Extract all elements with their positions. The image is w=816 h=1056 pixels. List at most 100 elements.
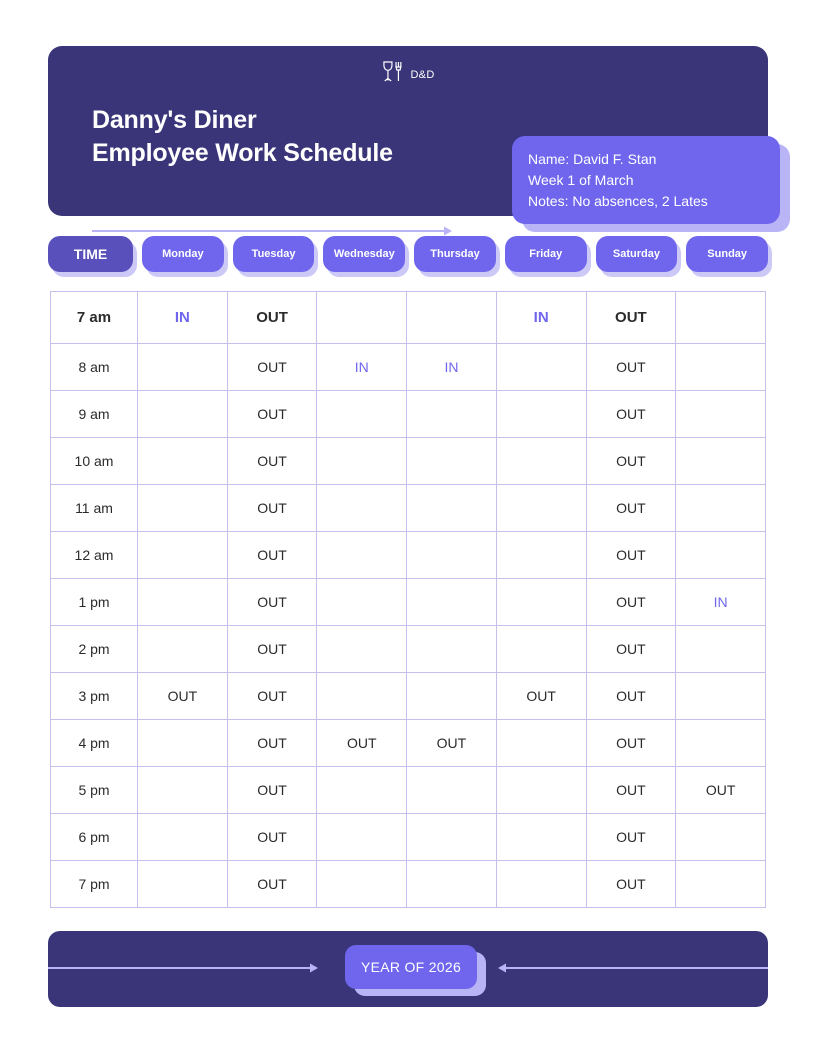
schedule-cell[interactable] bbox=[495, 813, 587, 861]
schedule-cell[interactable] bbox=[675, 625, 766, 673]
schedule-cell[interactable] bbox=[406, 625, 497, 673]
schedule-cell[interactable]: OUT bbox=[226, 484, 318, 532]
schedule-cell[interactable] bbox=[675, 813, 766, 861]
schedule-cell[interactable] bbox=[406, 437, 497, 485]
schedule-cell[interactable] bbox=[495, 578, 587, 626]
schedule-cell[interactable] bbox=[316, 437, 408, 485]
schedule-cell[interactable] bbox=[406, 291, 497, 344]
tab-friday[interactable]: Friday bbox=[504, 236, 587, 272]
schedule-cell[interactable]: OUT bbox=[585, 578, 677, 626]
schedule-cell[interactable]: OUT bbox=[226, 390, 318, 438]
schedule-cell[interactable] bbox=[316, 625, 408, 673]
schedule-cell[interactable]: OUT bbox=[585, 766, 677, 814]
schedule-cell[interactable] bbox=[495, 625, 587, 673]
schedule-cell[interactable]: OUT bbox=[226, 860, 318, 908]
schedule-cell[interactable] bbox=[137, 578, 228, 626]
schedule-cell[interactable]: OUT bbox=[226, 437, 318, 485]
schedule-cell[interactable] bbox=[406, 672, 497, 720]
tab-wednesday[interactable]: Wednesday bbox=[323, 236, 406, 272]
schedule-cell[interactable] bbox=[495, 484, 587, 532]
schedule-cell[interactable]: OUT bbox=[585, 343, 677, 391]
schedule-cell[interactable]: OUT bbox=[495, 672, 587, 720]
schedule-cell[interactable]: OUT bbox=[226, 531, 318, 579]
schedule-cell[interactable]: OUT bbox=[406, 719, 497, 767]
schedule-cell[interactable] bbox=[495, 531, 587, 579]
schedule-cell[interactable] bbox=[406, 860, 497, 908]
schedule-cell[interactable] bbox=[137, 390, 228, 438]
schedule-cell[interactable] bbox=[495, 860, 587, 908]
schedule-cell[interactable] bbox=[406, 813, 497, 861]
schedule-cell[interactable]: OUT bbox=[226, 672, 318, 720]
schedule-cell[interactable] bbox=[675, 860, 766, 908]
tab-time[interactable]: TIME bbox=[48, 236, 133, 272]
schedule-cell[interactable]: OUT bbox=[137, 672, 228, 720]
schedule-cell[interactable]: OUT bbox=[226, 291, 318, 344]
schedule-cell[interactable] bbox=[316, 672, 408, 720]
schedule-cell[interactable]: IN bbox=[675, 578, 766, 626]
schedule-cell[interactable] bbox=[137, 343, 228, 391]
schedule-cell[interactable] bbox=[316, 291, 408, 344]
schedule-cell[interactable] bbox=[495, 343, 587, 391]
schedule-cell[interactable] bbox=[495, 390, 587, 438]
schedule-cell[interactable]: IN bbox=[495, 291, 587, 344]
tab-saturday[interactable]: Saturday bbox=[595, 236, 678, 272]
tab-sunday[interactable]: Sunday bbox=[686, 236, 769, 272]
schedule-cell[interactable] bbox=[316, 860, 408, 908]
schedule-cell[interactable] bbox=[406, 390, 497, 438]
schedule-cell[interactable] bbox=[137, 484, 228, 532]
schedule-cell[interactable] bbox=[675, 437, 766, 485]
schedule-cell[interactable] bbox=[316, 813, 408, 861]
schedule-cell[interactable]: OUT bbox=[585, 484, 677, 532]
schedule-cell[interactable] bbox=[137, 860, 228, 908]
tab-tuesday[interactable]: Tuesday bbox=[232, 236, 315, 272]
schedule-cell[interactable] bbox=[316, 578, 408, 626]
schedule-cell[interactable]: OUT bbox=[316, 719, 408, 767]
schedule-cell[interactable] bbox=[316, 766, 408, 814]
schedule-cell[interactable]: OUT bbox=[226, 766, 318, 814]
schedule-cell[interactable] bbox=[675, 719, 766, 767]
schedule-cell[interactable] bbox=[406, 766, 497, 814]
schedule-cell[interactable]: OUT bbox=[226, 813, 318, 861]
schedule-cell[interactable] bbox=[137, 625, 228, 673]
schedule-cell[interactable] bbox=[675, 484, 766, 532]
schedule-cell[interactable] bbox=[137, 719, 228, 767]
year-badge[interactable]: YEAR OF 2026 bbox=[345, 945, 477, 989]
schedule-cell[interactable] bbox=[137, 531, 228, 579]
schedule-cell[interactable] bbox=[495, 719, 587, 767]
schedule-cell[interactable]: OUT bbox=[585, 531, 677, 579]
schedule-cell[interactable] bbox=[675, 291, 766, 344]
tab-monday[interactable]: Monday bbox=[142, 236, 224, 272]
schedule-cell[interactable]: OUT bbox=[226, 719, 318, 767]
schedule-cell[interactable] bbox=[675, 390, 766, 438]
schedule-cell[interactable]: OUT bbox=[226, 343, 318, 391]
schedule-cell[interactable] bbox=[406, 578, 497, 626]
schedule-cell[interactable]: IN bbox=[316, 343, 408, 391]
schedule-cell[interactable] bbox=[495, 766, 587, 814]
schedule-cell[interactable] bbox=[406, 484, 497, 532]
schedule-cell[interactable]: OUT bbox=[226, 578, 318, 626]
schedule-cell[interactable] bbox=[316, 484, 408, 532]
schedule-cell[interactable]: OUT bbox=[585, 291, 677, 344]
schedule-cell[interactable] bbox=[675, 531, 766, 579]
schedule-cell[interactable] bbox=[675, 343, 766, 391]
schedule-cell[interactable] bbox=[406, 531, 497, 579]
schedule-cell[interactable]: OUT bbox=[675, 766, 766, 814]
schedule-cell[interactable] bbox=[137, 437, 228, 485]
schedule-cell[interactable]: OUT bbox=[585, 390, 677, 438]
schedule-cell[interactable]: OUT bbox=[226, 625, 318, 673]
schedule-cell[interactable] bbox=[137, 813, 228, 861]
schedule-cell[interactable]: OUT bbox=[585, 625, 677, 673]
schedule-cell[interactable]: OUT bbox=[585, 813, 677, 861]
schedule-cell[interactable]: OUT bbox=[585, 719, 677, 767]
tab-thursday[interactable]: Thursday bbox=[414, 236, 496, 272]
schedule-cell[interactable]: IN bbox=[137, 291, 228, 344]
schedule-cell[interactable] bbox=[675, 672, 766, 720]
schedule-cell[interactable]: OUT bbox=[585, 672, 677, 720]
schedule-cell[interactable] bbox=[316, 531, 408, 579]
schedule-cell[interactable]: IN bbox=[406, 343, 497, 391]
schedule-cell[interactable] bbox=[137, 766, 228, 814]
schedule-cell[interactable] bbox=[316, 390, 408, 438]
schedule-cell[interactable]: OUT bbox=[585, 860, 677, 908]
schedule-cell[interactable] bbox=[495, 437, 587, 485]
schedule-cell[interactable]: OUT bbox=[585, 437, 677, 485]
